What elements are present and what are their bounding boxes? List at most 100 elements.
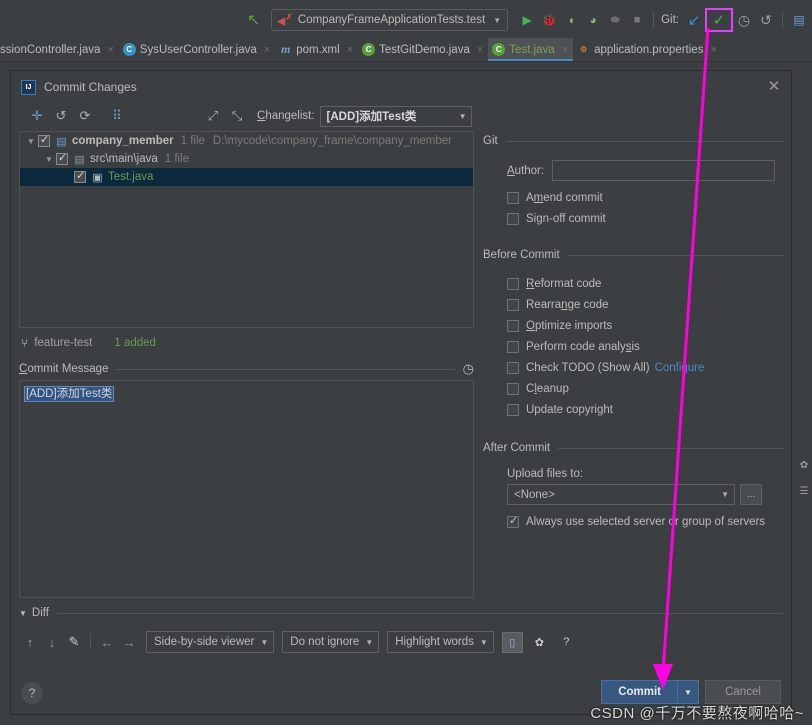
chevron-down-icon[interactable]: ▼ — [19, 609, 27, 618]
always-use-server-checkbox[interactable]: Always use selected server or group of s… — [507, 511, 785, 532]
profile-icon[interactable]: ◕ — [582, 8, 604, 32]
edit-source-icon[interactable]: ✎ — [63, 631, 85, 653]
refresh-icon[interactable]: ⟳ — [73, 105, 97, 127]
row-checkbox[interactable] — [74, 169, 86, 183]
chevron-down-icon[interactable]: ▼ — [24, 137, 38, 146]
revert-icon[interactable]: ↺ — [49, 105, 73, 127]
class-icon: C — [122, 43, 136, 56]
update-copyright-checkbox[interactable]: Update copyright — [507, 399, 785, 420]
checkbox-box[interactable] — [507, 319, 519, 332]
cancel-button[interactable]: Cancel — [705, 680, 781, 704]
debug-icon[interactable]: 🐞 — [538, 8, 560, 32]
update-project-icon[interactable]: ↙ — [683, 8, 705, 32]
group-by-icon[interactable]: ⠿ — [105, 105, 129, 127]
chevron-down-icon[interactable]: ▼ — [42, 155, 56, 164]
diff-viewer-mode-combobox[interactable]: Side-by-side viewer ▼ — [146, 631, 275, 653]
run-icon[interactable]: ▶ — [516, 8, 538, 32]
apply-left-icon[interactable]: ← — [96, 631, 118, 653]
back-arrow-icon[interactable]: ↖ — [243, 8, 265, 32]
editor-tab-testgitdemo[interactable]: C TestGitDemo.java × — [358, 38, 488, 61]
optimize-imports-checkbox[interactable]: Optimize imports — [507, 315, 785, 336]
checkbox-box[interactable] — [507, 191, 519, 204]
next-difference-icon[interactable]: ↓ — [41, 631, 63, 653]
rollback-icon[interactable]: ↺ — [755, 8, 777, 32]
divider — [116, 368, 455, 370]
checkbox-box[interactable] — [507, 403, 519, 416]
run-coverage-icon[interactable]: ◖ — [560, 8, 582, 32]
close-icon[interactable]: × — [562, 44, 568, 56]
test-config-icon: ◀✗ — [276, 12, 293, 28]
commit-icon[interactable]: ✓ — [713, 11, 726, 29]
diff-ignore-mode-combobox[interactable]: Do not ignore ▼ — [282, 631, 380, 653]
commit-message-input[interactable]: [ADD]添加Test类 — [19, 380, 474, 598]
run-configuration-selector[interactable]: ◀✗ CompanyFrameApplicationTests.test ▼ — [270, 9, 509, 31]
close-icon[interactable]: × — [347, 44, 353, 56]
file-name: company_member — [72, 135, 174, 147]
sign-off-commit-checkbox[interactable]: Sign-off commit — [507, 208, 785, 229]
stop-icon[interactable]: ■ — [626, 8, 648, 32]
close-icon[interactable]: × — [477, 44, 483, 56]
gear-icon[interactable]: ✿ — [529, 632, 550, 653]
git-section-title: Git — [483, 135, 498, 147]
close-icon[interactable]: × — [264, 44, 270, 56]
table-row[interactable]: ▼ ▤ company_member 1 file D:\mycode\comp… — [20, 132, 473, 150]
lock-icon[interactable]: ▯ — [501, 631, 523, 653]
commit-options-dropdown-icon[interactable]: ▼ — [677, 680, 699, 704]
clock-icon[interactable]: ◷ — [463, 361, 474, 377]
perform-code-analysis-checkbox[interactable]: Perform code analysis — [507, 336, 785, 357]
attach-process-icon[interactable]: ⬬ — [604, 8, 626, 32]
editor-tab-application-properties[interactable]: ⚙ application.properties × — [573, 38, 722, 61]
history-icon[interactable]: ◷ — [733, 8, 755, 32]
editor-tab-pomxml[interactable]: m pom.xml × — [275, 38, 358, 61]
editor-tab-label: Test.java — [509, 43, 555, 56]
diff-section-header[interactable]: ▼ Diff — [19, 604, 783, 622]
checkbox-box[interactable] — [507, 298, 519, 311]
gear-icon[interactable]: ✿ — [796, 452, 812, 478]
close-icon[interactable]: × — [710, 44, 716, 56]
check-todo-checkbox[interactable]: Check TODO (Show All) Configure — [507, 357, 785, 378]
cleanup-checkbox[interactable]: Cleanup — [507, 378, 785, 399]
run-configuration-label: CompanyFrameApplicationTests.test — [297, 14, 486, 26]
editor-tab-sessioncontroller[interactable]: ssionController.java × — [0, 38, 119, 61]
editor-tab-test[interactable]: C Test.java × — [488, 38, 574, 61]
dialog-left-column: ✛ ↺ ⟳ ⠿ ⤢ ⤡ Changelist: [ADD]添加Test类 ▼ ▼… — [11, 103, 479, 643]
help-button[interactable]: ? — [21, 682, 43, 704]
editor-tab-bar: ssionController.java × C SysUserControll… — [0, 38, 812, 62]
amend-commit-checkbox[interactable]: Amend commit — [507, 187, 785, 208]
chevron-down-icon: ▼ — [721, 490, 729, 499]
table-row[interactable]: ▣ Test.java — [20, 168, 473, 186]
close-icon[interactable]: × — [107, 44, 113, 56]
layout-icon[interactable]: ☰ — [796, 478, 812, 504]
apply-right-icon[interactable]: → — [118, 631, 140, 653]
close-icon[interactable]: ✕ — [765, 77, 783, 95]
reformat-code-checkbox[interactable]: Reformat code — [507, 273, 785, 294]
rearrange-code-checkbox[interactable]: Rearrange code — [507, 294, 785, 315]
reformat-code-label: Reformat code — [526, 277, 602, 290]
checkbox-box[interactable] — [507, 382, 519, 395]
browse-button[interactable]: ... — [740, 484, 762, 505]
checkbox-box[interactable] — [507, 277, 519, 290]
table-row[interactable]: ▼ ▤ src\main\java 1 file — [20, 150, 473, 168]
checkbox-box[interactable] — [507, 361, 519, 374]
checkbox-box[interactable] — [507, 340, 519, 353]
previous-difference-icon[interactable]: ↑ — [19, 631, 41, 653]
collapse-all-icon[interactable]: ⤡ — [225, 105, 249, 127]
configure-link[interactable]: Configure — [655, 362, 705, 374]
add-to-changelist-icon[interactable]: ✛ — [25, 105, 49, 127]
upload-target-combobox[interactable]: <None> ▼ — [507, 484, 735, 505]
author-input[interactable] — [552, 160, 776, 181]
changelist-combobox[interactable]: [ADD]添加Test类 ▼ — [319, 105, 472, 127]
expand-all-icon[interactable]: ⤢ — [201, 105, 225, 127]
row-checkbox[interactable] — [56, 151, 68, 165]
checkbox-box[interactable] — [507, 212, 519, 225]
diff-highlight-mode-combobox[interactable]: Highlight words ▼ — [387, 631, 494, 653]
changed-files-tree[interactable]: ▼ ▤ company_member 1 file D:\mycode\comp… — [19, 131, 474, 328]
row-checkbox[interactable] — [38, 133, 50, 147]
project-structure-icon[interactable]: ▤ — [788, 8, 810, 32]
checkbox-box[interactable] — [507, 514, 519, 528]
editor-tab-sysusercontroller[interactable]: C SysUserController.java × — [119, 38, 275, 61]
author-field-row: Author: — [507, 160, 785, 181]
diff-ignore-mode-value: Do not ignore — [290, 636, 360, 648]
help-icon[interactable]: ? — [556, 632, 577, 653]
commit-button[interactable]: Commit — [601, 680, 677, 704]
